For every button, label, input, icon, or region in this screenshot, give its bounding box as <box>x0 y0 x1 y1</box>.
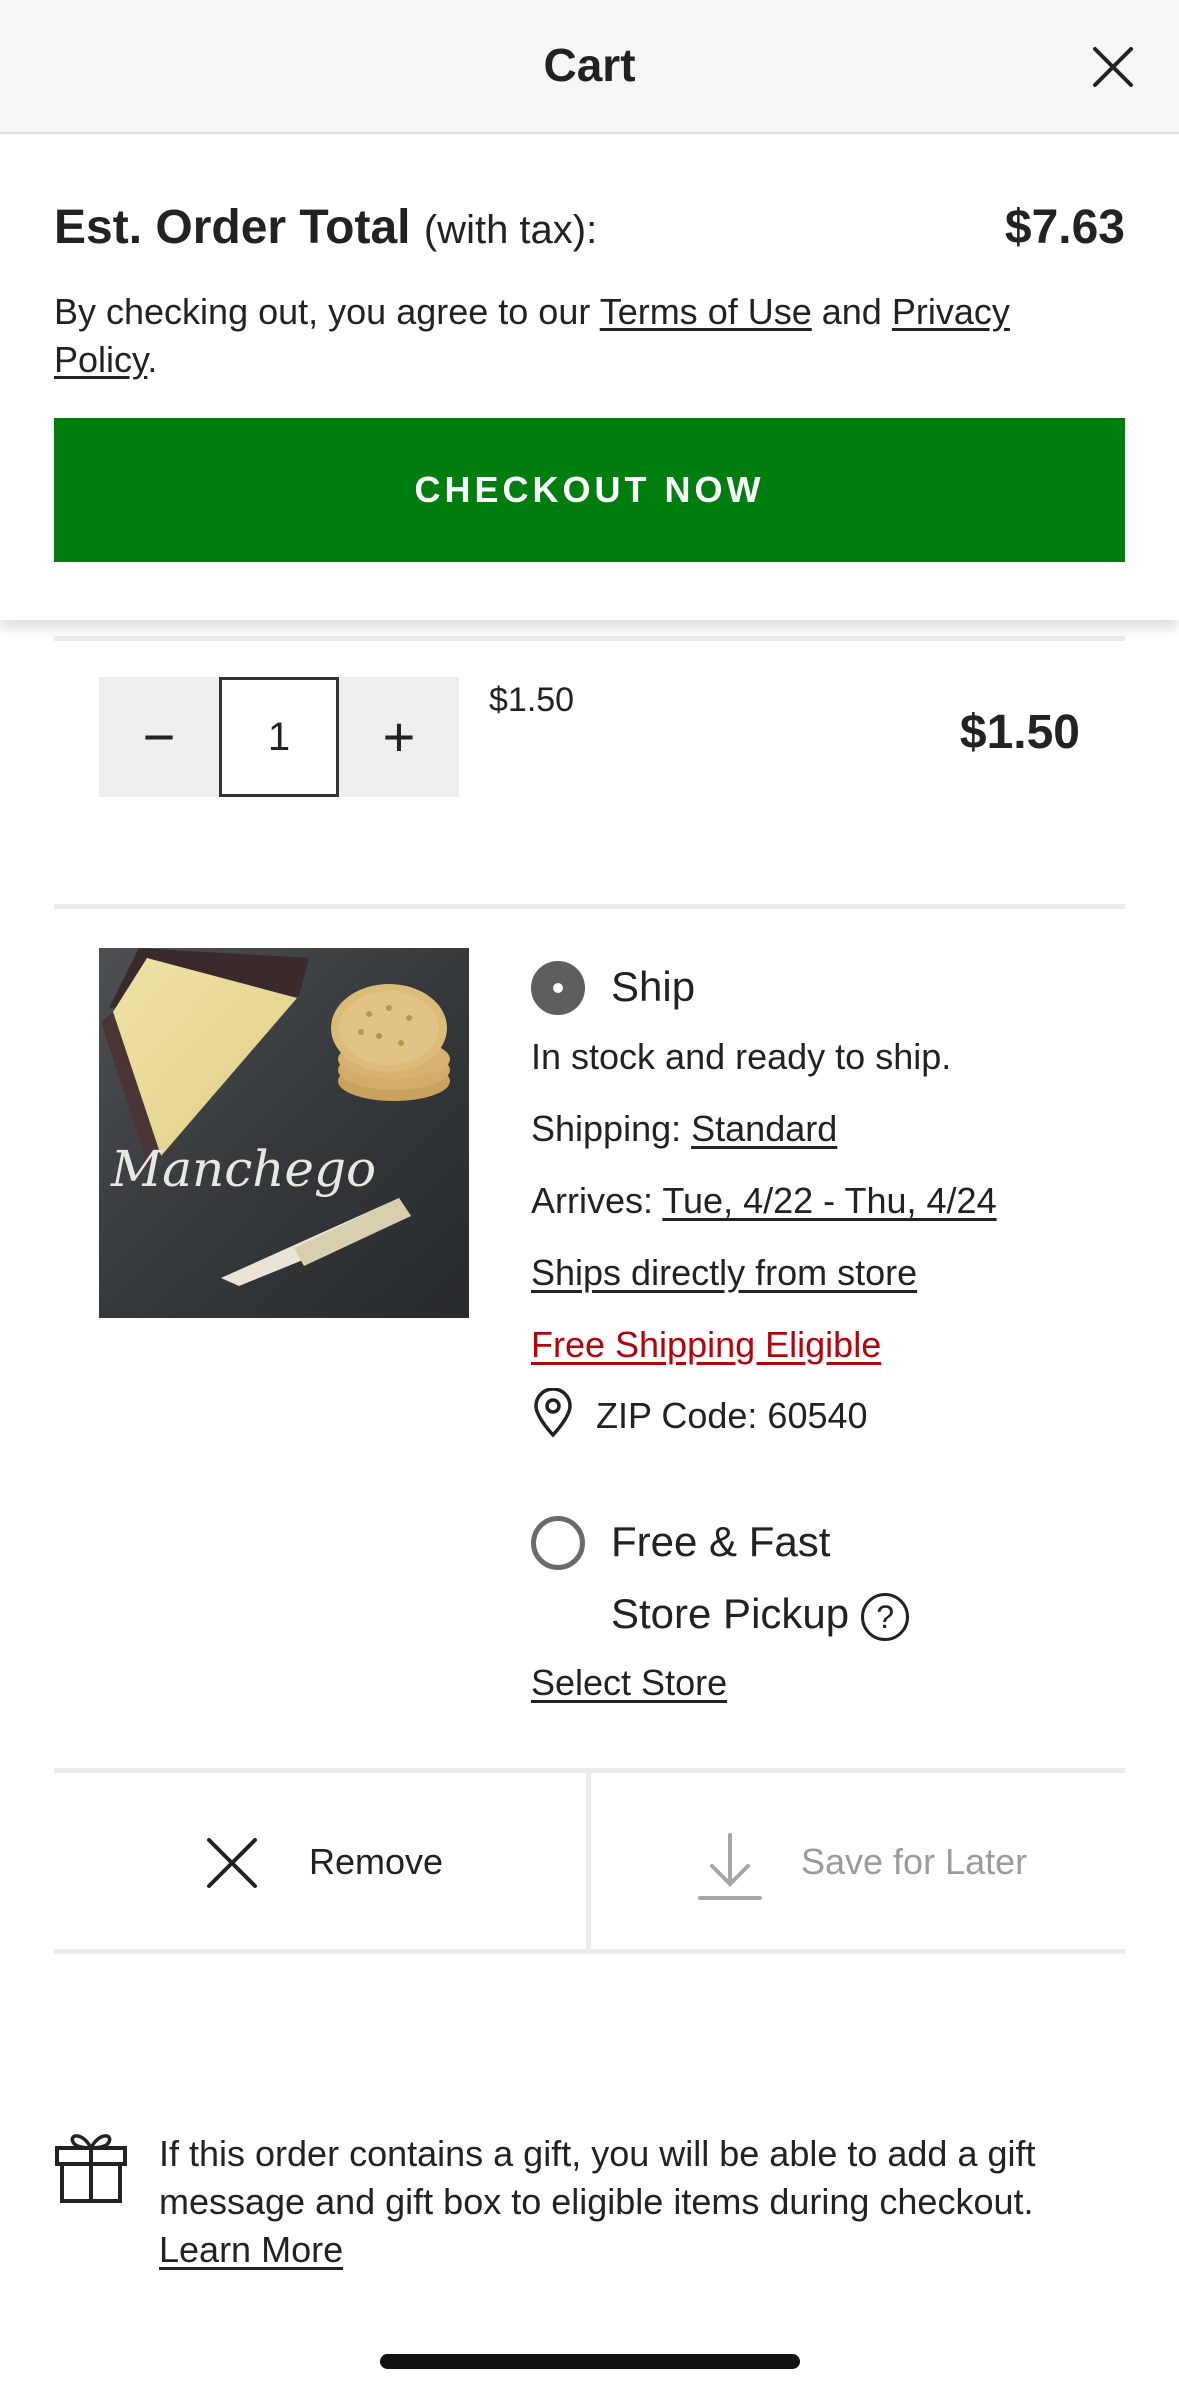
location-pin-icon <box>531 1387 575 1438</box>
stock-status: In stock and ready to ship. <box>531 1036 952 1077</box>
zip-code: ZIP Code: 60540 <box>596 1395 868 1436</box>
store-pickup-radio[interactable] <box>531 1516 585 1570</box>
ship-radio[interactable] <box>531 961 585 1015</box>
quantity-field[interactable]: 1 <box>219 677 339 797</box>
checkout-now-button[interactable]: CHECKOUT NOW <box>54 418 1125 562</box>
terms-and: and <box>821 291 882 332</box>
remove-label: Remove <box>309 1841 444 1882</box>
page-title: Cart <box>543 39 636 91</box>
pickup-option-label: Free & Fast <box>611 1518 831 1565</box>
select-store-row: Select Store <box>531 1662 727 1704</box>
terms-notice: By checking out, you agree to our Terms … <box>54 288 1069 384</box>
increase-quantity-button[interactable]: + <box>339 677 459 797</box>
save-for-later-button[interactable]: Save for Later <box>591 1773 1125 1949</box>
divider <box>54 636 1125 641</box>
cart-header: Cart <box>0 0 1179 134</box>
arrival-row: Arrives: Tue, 4/22 - Thu, 4/24 <box>531 1180 997 1222</box>
gift-notice: If this order contains a gift, you will … <box>159 2130 1089 2274</box>
remove-button[interactable]: Remove <box>54 1773 586 1949</box>
close-icon[interactable] <box>1083 37 1143 97</box>
learn-more-link[interactable]: Learn More <box>159 2229 343 2270</box>
order-summary: Est. Order Total (with tax): $7.63 By ch… <box>0 134 1179 620</box>
arrives-prefix: Arrives: <box>531 1180 654 1221</box>
terms-of-use-link[interactable]: Terms of Use <box>600 291 812 332</box>
shipping-method-link[interactable]: Standard <box>691 1108 837 1149</box>
order-total-title: Est. Order Total <box>54 201 411 254</box>
line-total: $1.50 <box>959 706 1080 759</box>
divider <box>54 904 1125 909</box>
gift-notice-text: If this order contains a gift, you will … <box>159 2133 1036 2222</box>
help-icon[interactable]: ? <box>861 1592 910 1641</box>
shipping-prefix: Shipping: <box>531 1108 682 1149</box>
decrease-quantity-button[interactable]: − <box>99 677 219 797</box>
quantity-stepper: − 1 + <box>99 677 459 797</box>
pickup-option-label-2: Store Pickup? <box>611 1590 910 1641</box>
order-total-row: Est. Order Total (with tax): $7.63 <box>54 200 1125 260</box>
ship-option-label: Ship <box>611 963 696 1010</box>
terms-suffix: . <box>147 339 158 380</box>
ships-from-store-link[interactable]: Ships directly from store <box>531 1252 917 1293</box>
product-image[interactable]: Manchego <box>99 948 469 1318</box>
download-arrow-icon <box>698 1833 762 1901</box>
order-total-label: Est. Order Total (with tax): <box>54 200 597 255</box>
shipping-method-row: Shipping: Standard <box>531 1108 837 1150</box>
save-for-later-label: Save for Later <box>801 1841 1028 1882</box>
terms-prefix: By checking out, you agree to our <box>54 291 591 332</box>
close-icon <box>206 1837 258 1889</box>
arrival-dates-link[interactable]: Tue, 4/22 - Thu, 4/24 <box>662 1180 996 1221</box>
free-shipping-row: Free Shipping Eligible <box>531 1324 881 1366</box>
unit-price: $1.50 <box>489 681 575 719</box>
select-store-link[interactable]: Select Store <box>531 1662 727 1703</box>
item-actions: Remove Save for Later <box>54 1768 1125 1954</box>
order-total-subtitle: (with tax): <box>423 208 598 252</box>
ships-from-row: Ships directly from store <box>531 1252 917 1294</box>
free-shipping-link[interactable]: Free Shipping Eligible <box>531 1324 881 1365</box>
product-image-label: Manchego <box>110 1140 376 1198</box>
order-total-value: $7.63 <box>1004 201 1125 254</box>
gift-icon <box>54 2128 128 2204</box>
home-indicator <box>380 2354 800 2369</box>
pickup-label-text: Store Pickup <box>611 1590 850 1637</box>
